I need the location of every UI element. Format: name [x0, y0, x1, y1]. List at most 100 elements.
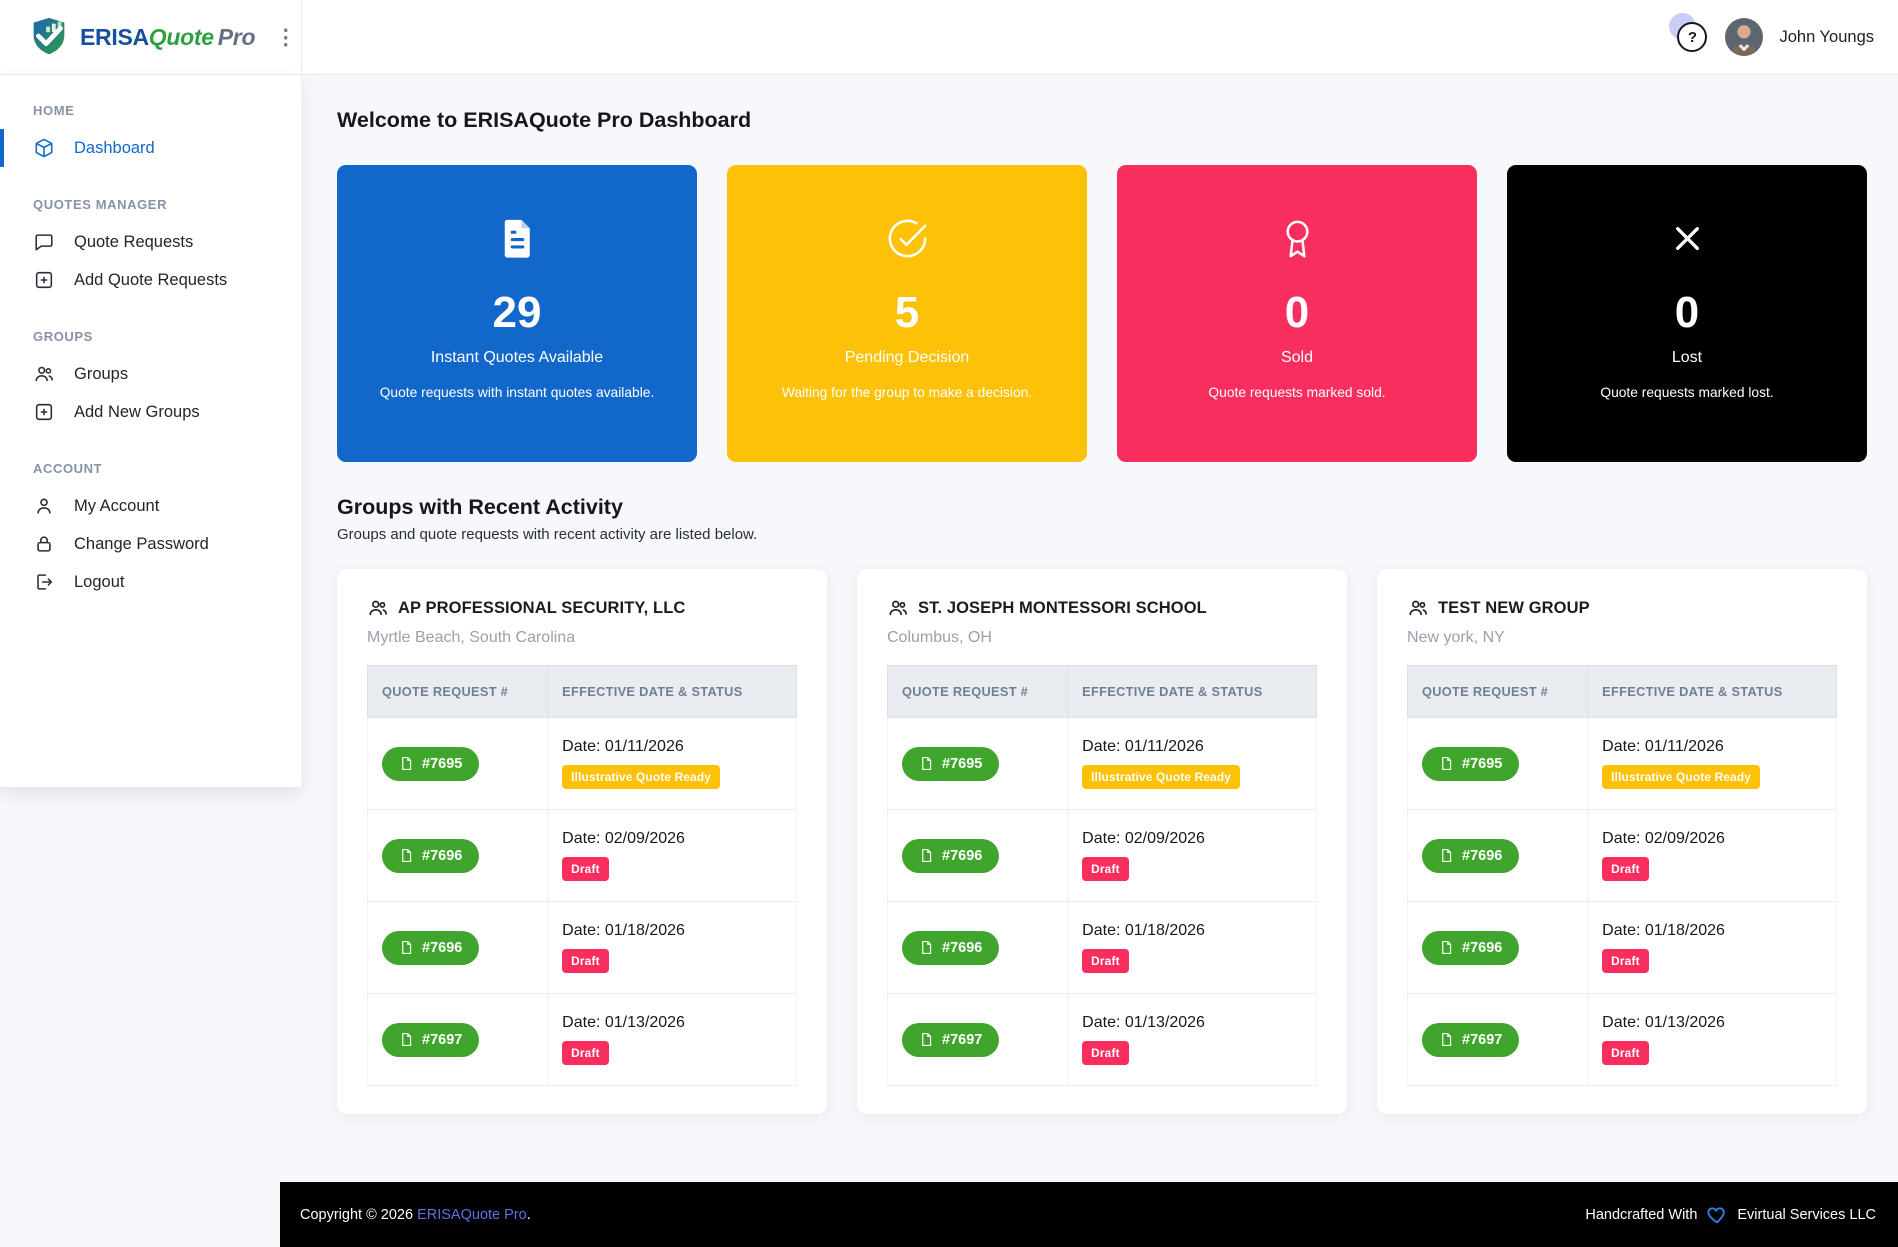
group-name: TEST NEW GROUP	[1438, 599, 1590, 618]
table-header-row: Quote Request # Effective Date & Status	[1408, 666, 1837, 718]
column-header-effective-date-status: Effective Date & Status	[1068, 666, 1317, 718]
quote-request-number: #7696	[422, 940, 462, 956]
help-button[interactable]: ?	[1675, 20, 1709, 54]
sidebar-section-groups: GROUPS Groups Add New Groups	[0, 329, 301, 431]
status-badge: Draft	[562, 1041, 609, 1065]
sidebar-item-groups[interactable]: Groups	[0, 355, 301, 393]
file-icon	[399, 940, 414, 955]
quote-request-link[interactable]: #7695	[382, 747, 479, 781]
table-row: #7697 Date: 01/13/2026Draft	[888, 994, 1317, 1086]
status-badge: Draft	[1082, 857, 1129, 881]
company-link[interactable]: Evirtual Services LLC	[1737, 1207, 1876, 1223]
people-icon	[1407, 597, 1429, 619]
file-icon	[399, 848, 414, 863]
brand-part-pro: Pro	[218, 24, 255, 50]
sidebar-item-add-quote-requests[interactable]: Add Quote Requests	[0, 261, 301, 299]
quote-request-link[interactable]: #7697	[382, 1023, 479, 1057]
logout-icon	[33, 571, 55, 593]
quote-requests-table: Quote Request # Effective Date & Status …	[1407, 665, 1837, 1086]
page-body: HOME Dashboard QUOTES MANAGER Quote Requ	[0, 75, 1898, 1247]
file-icon	[1439, 940, 1454, 955]
stat-card-pending-decision[interactable]: 5 Pending Decision Waiting for the group…	[727, 165, 1087, 462]
quote-request-link[interactable]: #7695	[902, 747, 999, 781]
people-icon	[367, 597, 389, 619]
status-badge: Draft	[562, 857, 609, 881]
stat-label: Lost	[1533, 349, 1841, 367]
quote-request-link[interactable]: #7697	[1422, 1023, 1519, 1057]
group-card-header[interactable]: TEST NEW GROUP	[1407, 597, 1837, 619]
sidebar-item-label: My Account	[74, 497, 159, 516]
stat-card-lost[interactable]: 0 Lost Quote requests marked lost.	[1507, 165, 1867, 462]
table-row: #7695 Date: 01/11/2026 Illustrative Quote…	[888, 718, 1317, 810]
header-actions: ? John Youngs	[302, 0, 1898, 74]
main-content: Welcome to ERISAQuote Pro Dashboard 29 I…	[302, 75, 1898, 1114]
footer-brand-link[interactable]: ERISAQuote Pro	[417, 1207, 527, 1223]
sidebar-item-logout[interactable]: Logout	[0, 563, 301, 601]
table-row: #7696 Date: 02/09/2026Draft	[1408, 810, 1837, 902]
stat-description: Quote requests marked lost.	[1533, 382, 1841, 403]
sidebar-item-label: Logout	[74, 573, 124, 592]
group-card: ST. JOSEPH MONTESSORI SCHOOL Columbus, O…	[857, 569, 1347, 1114]
quote-requests-table: Quote Request # Effective Date & Status …	[367, 665, 797, 1086]
group-card-header[interactable]: AP PROFESSIONAL SECURITY, LLC	[367, 597, 797, 619]
file-icon	[399, 756, 414, 771]
sidebar-item-my-account[interactable]: My Account	[0, 487, 301, 525]
group-location: Columbus, OH	[887, 629, 1317, 647]
group-card-header[interactable]: ST. JOSEPH MONTESSORI SCHOOL	[887, 597, 1317, 619]
group-location: New york, NY	[1407, 629, 1837, 647]
stat-label: Sold	[1143, 349, 1451, 367]
shield-logo-icon	[26, 14, 72, 60]
user-name[interactable]: John Youngs	[1779, 28, 1874, 47]
plus-square-icon	[33, 269, 55, 291]
sidebar-item-label: Change Password	[74, 535, 209, 554]
sidebar-section-home: HOME Dashboard	[0, 103, 301, 167]
file-icon	[919, 1032, 934, 1047]
column-header-quote-request: Quote Request #	[1408, 666, 1588, 718]
brand-part-quote: Quote	[149, 24, 214, 50]
quote-request-link[interactable]: #7696	[382, 931, 479, 965]
status-badge: Illustrative Quote Ready	[562, 765, 720, 789]
effective-date: Date: 01/18/2026	[562, 922, 782, 940]
quote-request-link[interactable]: #7696	[1422, 931, 1519, 965]
sidebar-item-add-new-groups[interactable]: Add New Groups	[0, 393, 301, 431]
quote-request-number: #7697	[422, 1032, 462, 1048]
sidebar-item-dashboard[interactable]: Dashboard	[0, 129, 301, 167]
sidebar-item-quote-requests[interactable]: Quote Requests	[0, 223, 301, 261]
quote-request-link[interactable]: #7695	[1422, 747, 1519, 781]
table-row: #7696 Date: 02/09/2026 Draft	[888, 810, 1317, 902]
avatar[interactable]	[1725, 18, 1763, 56]
file-icon	[1439, 756, 1454, 771]
quote-request-number: #7695	[1462, 756, 1502, 772]
table-header-row: Quote Request # Effective Date & Status	[888, 666, 1317, 718]
quote-request-link[interactable]: #7696	[382, 839, 479, 873]
status-badge: Illustrative Quote Ready	[1082, 765, 1240, 789]
footer-credit: Handcrafted With Evirtual Services LLC	[1585, 1204, 1876, 1226]
footer: Copyright © 2026 ERISAQuote Pro. Handcra…	[280, 1182, 1898, 1247]
quote-request-link[interactable]: #7696	[1422, 839, 1519, 873]
sidebar-item-change-password[interactable]: Change Password	[0, 525, 301, 563]
table-row: #7695 Date: 01/11/2026Illustrative Quote…	[368, 718, 797, 810]
person-icon	[33, 495, 55, 517]
sidebar-section-quotes-manager: QUOTES MANAGER Quote Requests Add Quote …	[0, 197, 301, 299]
quote-request-link[interactable]: #7697	[902, 1023, 999, 1057]
stat-card-sold[interactable]: 0 Sold Quote requests marked sold.	[1117, 165, 1477, 462]
groups-section-title: Groups with Recent Activity	[337, 495, 1867, 520]
status-badge: Draft	[1602, 1041, 1649, 1065]
effective-date: Date: 01/11/2026	[1082, 738, 1302, 756]
effective-date: Date: 02/09/2026	[1082, 830, 1302, 848]
section-label-quotes-manager: QUOTES MANAGER	[0, 197, 301, 213]
table-row: #7697 Date: 01/13/2026Draft	[1408, 994, 1837, 1086]
sidebar-section-account: ACCOUNT My Account Change Password	[0, 461, 301, 601]
people-icon	[33, 363, 55, 385]
quote-request-link[interactable]: #7696	[902, 931, 999, 965]
table-row: #7696 Date: 01/18/2026Draft	[368, 902, 797, 994]
group-name: AP PROFESSIONAL SECURITY, LLC	[398, 599, 685, 618]
effective-date: Date: 01/18/2026	[1602, 922, 1822, 940]
app-logo[interactable]: ERISAQuotePro	[26, 14, 255, 60]
quote-request-link[interactable]: #7696	[902, 839, 999, 873]
section-label-groups: GROUPS	[0, 329, 301, 345]
stat-description: Quote requests with instant quotes avail…	[363, 382, 671, 403]
stat-card-instant-quotes[interactable]: 29 Instant Quotes Available Quote reques…	[337, 165, 697, 462]
stat-value: 0	[1143, 291, 1451, 335]
kebab-menu-icon[interactable]: ⋮	[275, 27, 296, 48]
